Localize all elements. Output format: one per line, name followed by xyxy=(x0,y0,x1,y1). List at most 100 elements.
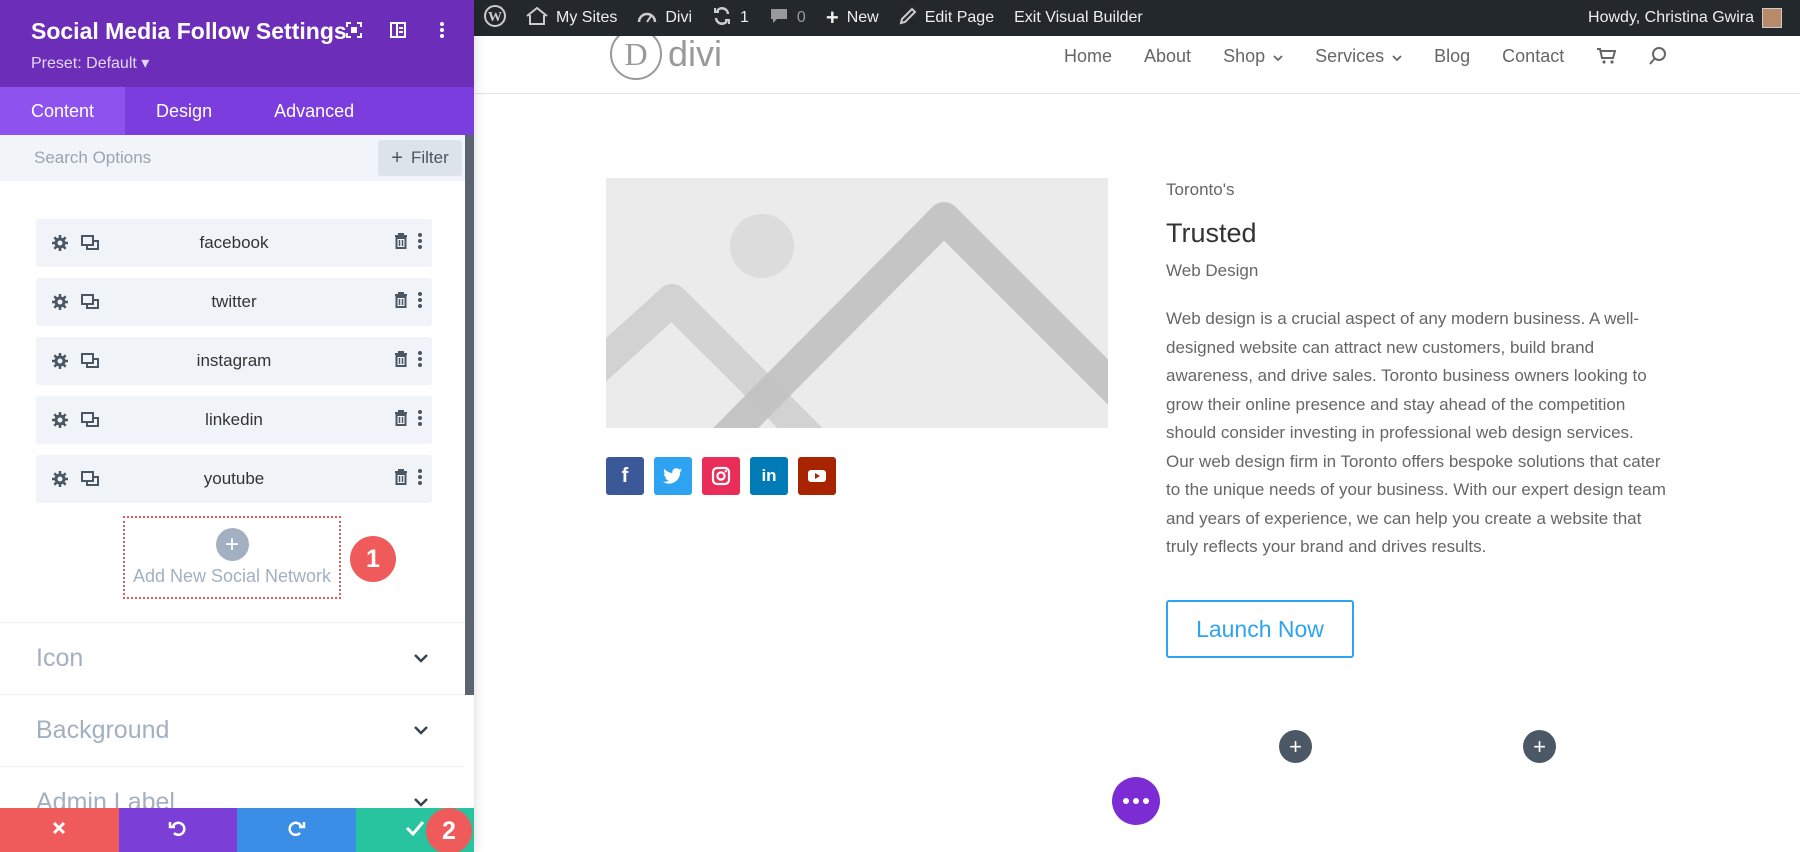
step-badge-1: 1 xyxy=(350,536,396,582)
toggle-icon-section[interactable]: Icon xyxy=(0,622,465,694)
wp-admin-bar: W My Sites Divi 1 0 + New Edit Page Exit… xyxy=(474,0,1800,36)
duplicate-icon[interactable] xyxy=(80,292,100,312)
redo-icon xyxy=(286,818,306,843)
network-item-twitter[interactable]: twitter xyxy=(36,278,432,326)
instagram-icon[interactable] xyxy=(702,457,740,495)
duplicate-icon[interactable] xyxy=(80,351,100,371)
social-network-list: facebook twitter instagram linkedin yout… xyxy=(36,219,432,514)
network-item-instagram[interactable]: instagram xyxy=(36,337,432,385)
exit-visual-builder-label: Exit Visual Builder xyxy=(1014,9,1143,26)
cart-icon[interactable] xyxy=(1596,47,1617,65)
panel-scrollbar[interactable] xyxy=(465,135,474,695)
gear-icon[interactable] xyxy=(50,469,70,489)
subheading: Web Design xyxy=(1166,261,1259,280)
network-item-facebook[interactable]: facebook xyxy=(36,219,432,267)
main-nav: Home About Shop Services Blog Contact xyxy=(1064,46,1700,66)
nav-shop-label: Shop xyxy=(1223,45,1266,66)
edit-page-label: Edit Page xyxy=(924,9,995,26)
image-placeholder[interactable] xyxy=(606,178,1108,428)
more-options-icon[interactable] xyxy=(432,20,452,40)
pencil-icon xyxy=(899,7,917,30)
duplicate-icon[interactable] xyxy=(80,410,100,430)
site-menu[interactable]: Divi xyxy=(627,0,702,36)
nav-about[interactable]: About xyxy=(1144,46,1191,67)
site-label: Divi xyxy=(665,9,693,26)
close-icon xyxy=(51,820,67,841)
preset-selector[interactable]: Preset: Default ▾ xyxy=(31,53,474,73)
nav-services-label: Services xyxy=(1315,45,1385,66)
add-module-button[interactable]: + xyxy=(1279,730,1312,763)
tab-content[interactable]: Content xyxy=(0,87,126,135)
headline: Trusted xyxy=(1166,218,1257,248)
search-bar: + Filter xyxy=(0,135,474,181)
site-header: D divi Home About Shop Services Blog Con… xyxy=(474,28,1800,94)
duplicate-icon[interactable] xyxy=(80,233,100,253)
toggle-label: Background xyxy=(36,716,170,744)
trash-icon[interactable] xyxy=(394,350,408,372)
text-column: Toronto's Trusted Web Design Web design … xyxy=(1166,178,1666,562)
fullscreen-icon[interactable] xyxy=(344,20,364,40)
item-menu-icon[interactable] xyxy=(418,409,422,431)
network-item-linkedin[interactable]: linkedin xyxy=(36,396,432,444)
nav-home[interactable]: Home xyxy=(1064,46,1112,67)
undo-button[interactable] xyxy=(118,808,237,852)
gear-icon[interactable] xyxy=(50,410,70,430)
search-icon[interactable] xyxy=(1648,46,1668,66)
redo-button[interactable] xyxy=(237,808,356,852)
page-settings-button[interactable] xyxy=(1112,777,1160,825)
plus-icon: + xyxy=(391,147,403,169)
trash-icon[interactable] xyxy=(394,409,408,431)
facebook-icon[interactable]: f xyxy=(606,457,644,495)
split-view-icon[interactable] xyxy=(388,20,408,40)
avatar xyxy=(1762,8,1782,28)
tab-advanced[interactable]: Advanced xyxy=(243,87,385,135)
add-module-button[interactable]: + xyxy=(1523,730,1556,763)
cancel-button[interactable] xyxy=(0,808,119,852)
gear-icon[interactable] xyxy=(50,233,70,253)
updates-count: 1 xyxy=(740,9,749,26)
linkedin-icon[interactable]: in xyxy=(750,457,788,495)
launch-now-button[interactable]: Launch Now xyxy=(1166,600,1354,658)
tab-design[interactable]: Design xyxy=(125,87,243,135)
trash-icon[interactable] xyxy=(394,232,408,254)
nav-services[interactable]: Services xyxy=(1315,46,1402,67)
settings-panel: Social Media Follow Settings Preset: Def… xyxy=(0,0,474,852)
nav-contact[interactable]: Contact xyxy=(1502,46,1564,67)
edit-page-link[interactable]: Edit Page xyxy=(889,0,1004,36)
filter-button[interactable]: + Filter xyxy=(378,140,462,176)
wordpress-menu[interactable]: W xyxy=(474,0,516,36)
network-item-youtube[interactable]: youtube xyxy=(36,455,432,503)
trash-icon[interactable] xyxy=(394,468,408,490)
toggle-background-section[interactable]: Background xyxy=(0,694,465,766)
search-input[interactable] xyxy=(34,148,378,168)
check-icon xyxy=(405,820,425,841)
add-new-social-network-button[interactable]: + Add New Social Network xyxy=(123,516,341,599)
undo-icon xyxy=(168,818,188,843)
chevron-down-icon xyxy=(413,722,429,740)
item-menu-icon[interactable] xyxy=(418,468,422,490)
plus-icon: + xyxy=(825,5,839,30)
gear-icon[interactable] xyxy=(50,292,70,312)
item-menu-icon[interactable] xyxy=(418,291,422,313)
dashboard-icon xyxy=(637,8,657,29)
kicker-text: Toronto's xyxy=(1166,180,1235,199)
body-text: Web design is a crucial aspect of any mo… xyxy=(1166,309,1666,556)
item-menu-icon[interactable] xyxy=(418,350,422,372)
exit-visual-builder-link[interactable]: Exit Visual Builder xyxy=(1004,0,1153,36)
new-content-menu[interactable]: + New xyxy=(816,0,889,36)
my-sites-label: My Sites xyxy=(556,9,618,26)
gear-icon[interactable] xyxy=(50,351,70,371)
youtube-icon[interactable] xyxy=(798,457,836,495)
nav-blog[interactable]: Blog xyxy=(1434,46,1470,67)
trash-icon[interactable] xyxy=(394,291,408,313)
updates-menu[interactable]: 1 xyxy=(702,0,759,36)
account-menu[interactable]: Howdy, Christina Gwira xyxy=(1588,8,1800,28)
filter-label: Filter xyxy=(410,148,449,167)
duplicate-icon[interactable] xyxy=(80,469,100,489)
social-icons: f in xyxy=(606,457,836,495)
twitter-icon[interactable] xyxy=(654,457,692,495)
comments-menu[interactable]: 0 xyxy=(759,0,816,36)
nav-shop[interactable]: Shop xyxy=(1223,46,1283,67)
my-sites-menu[interactable]: My Sites xyxy=(516,0,627,36)
item-menu-icon[interactable] xyxy=(418,232,422,254)
